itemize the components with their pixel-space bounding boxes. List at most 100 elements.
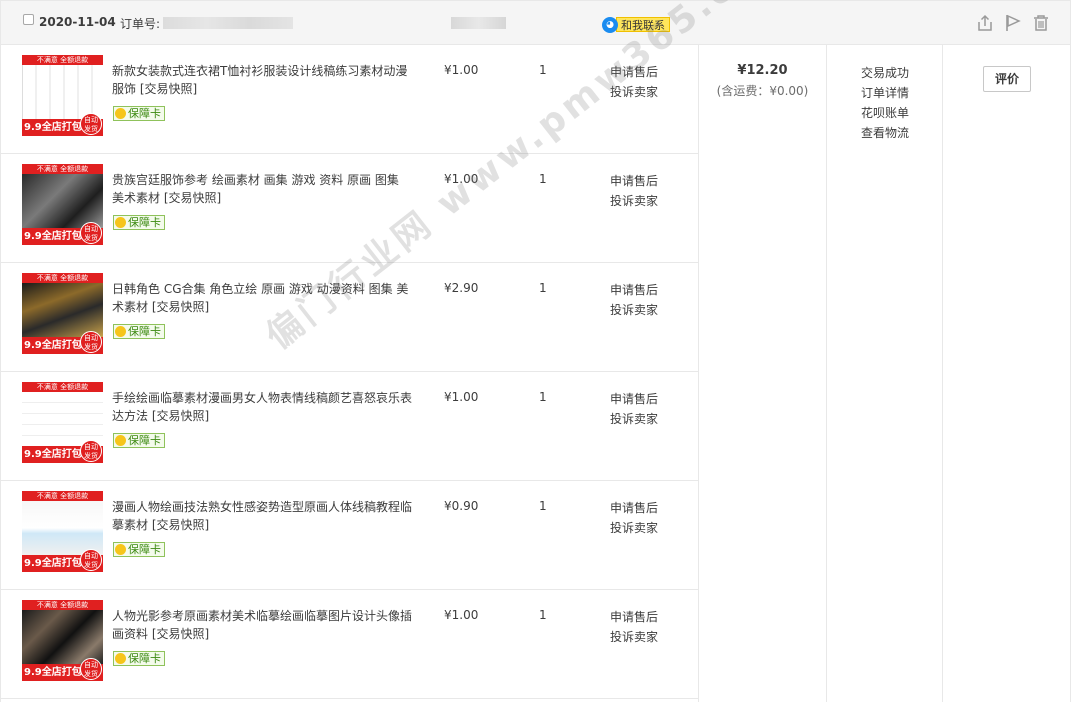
product-thumbnail[interactable]: 不满意 全额退款 9.9全店打包 自动 发货 (22, 55, 103, 136)
order-details-link[interactable]: 订单详情 (861, 83, 909, 103)
order-item-row: 不满意 全额退款 9.9全店打包 自动 发货 贵族宫廷服饰参考 绘画素材 画集 游… (1, 154, 698, 263)
trade-snapshot-link[interactable]: [交易快照] (164, 191, 221, 205)
apply-after-sale-link[interactable]: 申请售后 (610, 62, 658, 82)
thumbnail-artwork (22, 65, 103, 119)
product-title-link[interactable]: 日韩角色 CG合集 角色立绘 原画 游戏 动漫资料 图集 美术素材 [交易快照] (112, 280, 412, 316)
order-number-label: 订单号: (120, 17, 161, 31)
order-card: 2020-11-04 订单号: ◕ 和我联系 不满意 全额退款 9.9全店打包 … (0, 0, 1071, 702)
product-thumbnail[interactable]: 不满意 全额退款 9.9全店打包 自动 发货 (22, 491, 103, 572)
guarantee-card-badge[interactable]: 保障卡 (113, 215, 165, 230)
guarantee-card-badge[interactable]: 保障卡 (113, 651, 165, 666)
product-thumbnail[interactable]: 不满意 全额退款 9.9全店打包 自动 发货 (22, 273, 103, 354)
trash-icon[interactable] (1032, 14, 1050, 32)
trade-snapshot-link[interactable]: [交易快照] (152, 300, 209, 314)
thumbnail-artwork (22, 174, 103, 228)
contact-seller-button[interactable]: ◕ 和我联系 (602, 16, 670, 33)
column-divider (826, 45, 827, 702)
item-operations: 申请售后 投诉卖家 (610, 498, 658, 538)
item-operations: 申请售后 投诉卖家 (610, 62, 658, 102)
product-thumbnail[interactable]: 不满意 全额退款 9.9全店打包 自动 发货 (22, 382, 103, 463)
apply-after-sale-link[interactable]: 申请售后 (610, 389, 658, 409)
product-title-link[interactable]: 贵族宫廷服饰参考 绘画素材 画集 游戏 资料 原画 图集 美术素材 [交易快照] (112, 171, 412, 207)
guarantee-icon (115, 653, 126, 664)
apply-after-sale-link[interactable]: 申请售后 (610, 498, 658, 518)
product-title: 贵族宫廷服饰参考 绘画素材 画集 游戏 资料 原画 图集 美术素材 (112, 173, 399, 205)
quantity: 1 (539, 63, 547, 77)
contact-seller-label: 和我联系 (616, 17, 670, 32)
complain-seller-link[interactable]: 投诉卖家 (610, 191, 658, 211)
guarantee-label: 保障卡 (128, 325, 161, 338)
quantity: 1 (539, 281, 547, 295)
view-logistics-link[interactable]: 查看物流 (861, 123, 909, 143)
item-operations: 申请售后 投诉卖家 (610, 607, 658, 647)
product-title-link[interactable]: 人物光影参考原画素材美术临摹绘画临摹图片设计头像插画资料 [交易快照] (112, 607, 412, 643)
trade-snapshot-link[interactable]: [交易快照] (152, 409, 209, 423)
guarantee-icon (115, 217, 126, 228)
order-item-row: 不满意 全额退款 9.9全店打包 自动 发货 手绘绘画临摹素材漫画男女人物表情线稿… (1, 372, 698, 481)
huabei-bill-link[interactable]: 花呗账单 (861, 103, 909, 123)
order-checkbox[interactable] (23, 14, 34, 25)
quantity: 1 (539, 390, 547, 404)
share-icon[interactable] (976, 14, 994, 32)
order-number-redacted (163, 17, 293, 29)
quantity: 1 (539, 608, 547, 622)
guarantee-icon (115, 326, 126, 337)
rate-button[interactable]: 评价 (983, 66, 1031, 92)
order-status-links: 交易成功 订单详情 花呗账单 查看物流 (861, 63, 909, 143)
product-title-link[interactable]: 手绘绘画临摹素材漫画男女人物表情线稿颜艺喜怒哀乐表达方法 [交易快照] (112, 389, 412, 425)
guarantee-icon (115, 435, 126, 446)
guarantee-card-badge[interactable]: 保障卡 (113, 106, 165, 121)
chat-icon: ◕ (602, 16, 618, 33)
thumbnail-artwork (22, 501, 103, 555)
guarantee-card-badge[interactable]: 保障卡 (113, 433, 165, 448)
shipping-fee: (含运费：¥0.00) (716, 84, 809, 98)
thumbnail-artwork (22, 392, 103, 446)
unit-price: ¥1.00 (444, 63, 479, 77)
complain-seller-link[interactable]: 投诉卖家 (610, 409, 658, 429)
item-operations: 申请售后 投诉卖家 (610, 171, 658, 211)
order-header: 2020-11-04 订单号: ◕ 和我联系 (1, 1, 1070, 45)
guarantee-card-badge[interactable]: 保障卡 (113, 542, 165, 557)
thumbnail-refund-banner: 不满意 全额退款 (22, 600, 103, 610)
order-total: ¥12.20 (含运费：¥0.00) (699, 63, 826, 99)
complain-seller-link[interactable]: 投诉卖家 (610, 300, 658, 320)
order-item-row: 不满意 全额退款 9.9全店打包 自动 发货 新款女装款式连衣裙T恤衬衫服装设计线… (1, 45, 698, 154)
complain-seller-link[interactable]: 投诉卖家 (610, 627, 658, 647)
status-trade-success[interactable]: 交易成功 (861, 63, 909, 83)
auto-ship-badge: 自动 发货 (80, 113, 102, 135)
item-operations: 申请售后 投诉卖家 (610, 389, 658, 429)
unit-price: ¥1.00 (444, 608, 479, 622)
guarantee-label: 保障卡 (128, 543, 161, 556)
trade-snapshot-link[interactable]: [交易快照] (140, 82, 197, 96)
guarantee-label: 保障卡 (128, 434, 161, 447)
thumbnail-refund-banner: 不满意 全额退款 (22, 491, 103, 501)
guarantee-label: 保障卡 (128, 107, 161, 120)
guarantee-card-badge[interactable]: 保障卡 (113, 324, 165, 339)
trade-snapshot-link[interactable]: [交易快照] (152, 518, 209, 532)
auto-ship-badge: 自动 发货 (80, 331, 102, 353)
complain-seller-link[interactable]: 投诉卖家 (610, 518, 658, 538)
unit-price: ¥0.90 (444, 499, 479, 513)
order-date: 2020-11-04 (39, 15, 116, 29)
auto-ship-badge: 自动 发货 (80, 440, 102, 462)
product-title-link[interactable]: 新款女装款式连衣裙T恤衬衫服装设计线稿练习素材动漫服饰 [交易快照] (112, 62, 412, 98)
product-title-link[interactable]: 漫画人物绘画技法熟女性感姿势造型原画人体线稿教程临摹素材 [交易快照] (112, 498, 412, 534)
flag-icon[interactable] (1004, 14, 1022, 32)
guarantee-icon (115, 544, 126, 555)
thumbnail-refund-banner: 不满意 全额退款 (22, 273, 103, 283)
apply-after-sale-link[interactable]: 申请售后 (610, 171, 658, 191)
trade-snapshot-link[interactable]: [交易快照] (152, 627, 209, 641)
order-item-row: 不满意 全额退款 9.9全店打包 自动 发货 日韩角色 CG合集 角色立绘 原画 … (1, 263, 698, 372)
auto-ship-badge: 自动 发货 (80, 658, 102, 680)
order-item-row: 不满意 全额退款 9.9全店打包 自动 发货 漫画人物绘画技法熟女性感姿势造型原画… (1, 481, 698, 590)
apply-after-sale-link[interactable]: 申请售后 (610, 607, 658, 627)
apply-after-sale-link[interactable]: 申请售后 (610, 280, 658, 300)
product-thumbnail[interactable]: 不满意 全额退款 9.9全店打包 自动 发货 (22, 600, 103, 681)
product-thumbnail[interactable]: 不满意 全额退款 9.9全店打包 自动 发货 (22, 164, 103, 245)
seller-name-redacted (451, 17, 506, 29)
thumbnail-refund-banner: 不满意 全额退款 (22, 55, 103, 65)
complain-seller-link[interactable]: 投诉卖家 (610, 82, 658, 102)
thumbnail-artwork (22, 610, 103, 664)
total-amount: ¥12.20 (737, 63, 788, 78)
quantity: 1 (539, 172, 547, 186)
